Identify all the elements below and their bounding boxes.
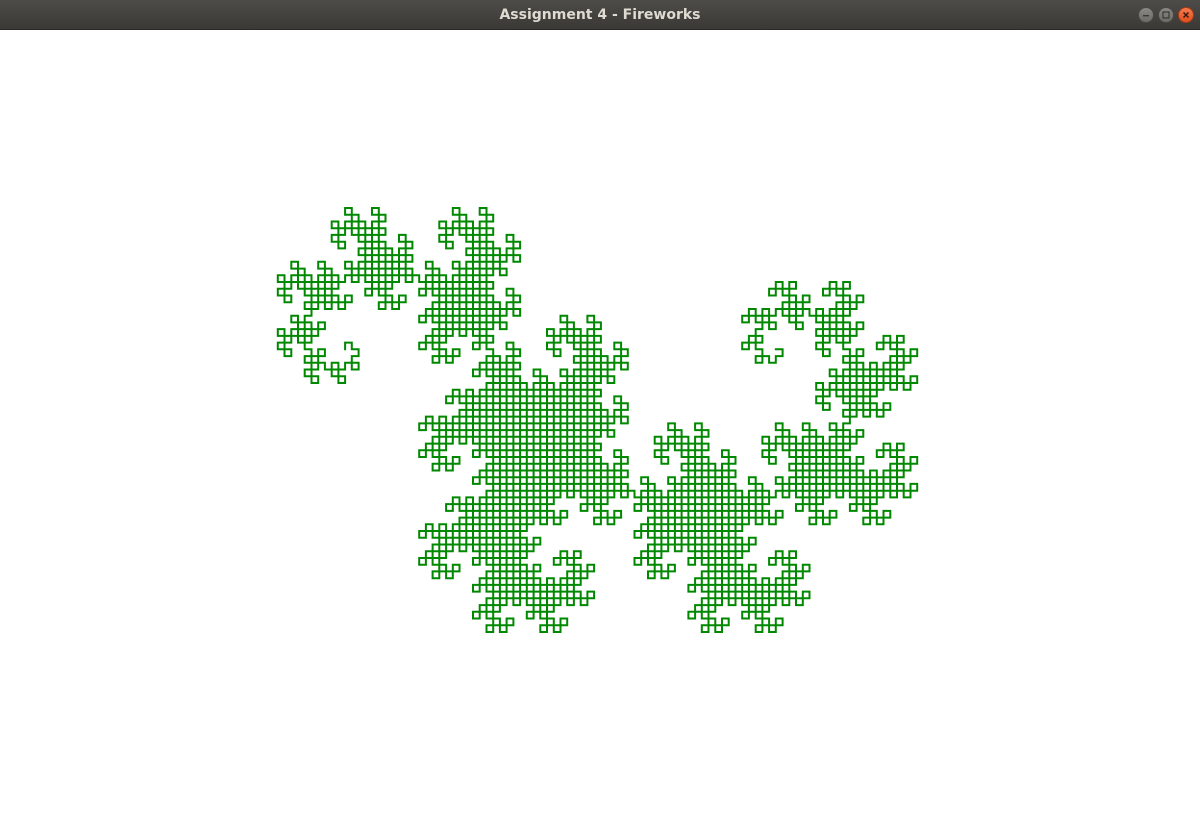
minimize-icon bbox=[1143, 15, 1149, 17]
close-button[interactable] bbox=[1178, 7, 1194, 23]
drawing-canvas[interactable] bbox=[0, 30, 1200, 830]
close-icon bbox=[1182, 11, 1190, 19]
dragon-curve-drawing bbox=[276, 207, 919, 633]
window-title: Assignment 4 - Fireworks bbox=[499, 7, 701, 23]
minimize-button[interactable] bbox=[1138, 7, 1154, 23]
title-bar[interactable]: Assignment 4 - Fireworks bbox=[0, 0, 1200, 30]
dragon-curve-path bbox=[276, 207, 919, 633]
maximize-button[interactable] bbox=[1158, 7, 1174, 23]
application-window: Assignment 4 - Fireworks bbox=[0, 0, 1200, 830]
maximize-icon bbox=[1162, 11, 1170, 19]
window-controls bbox=[1138, 7, 1194, 23]
